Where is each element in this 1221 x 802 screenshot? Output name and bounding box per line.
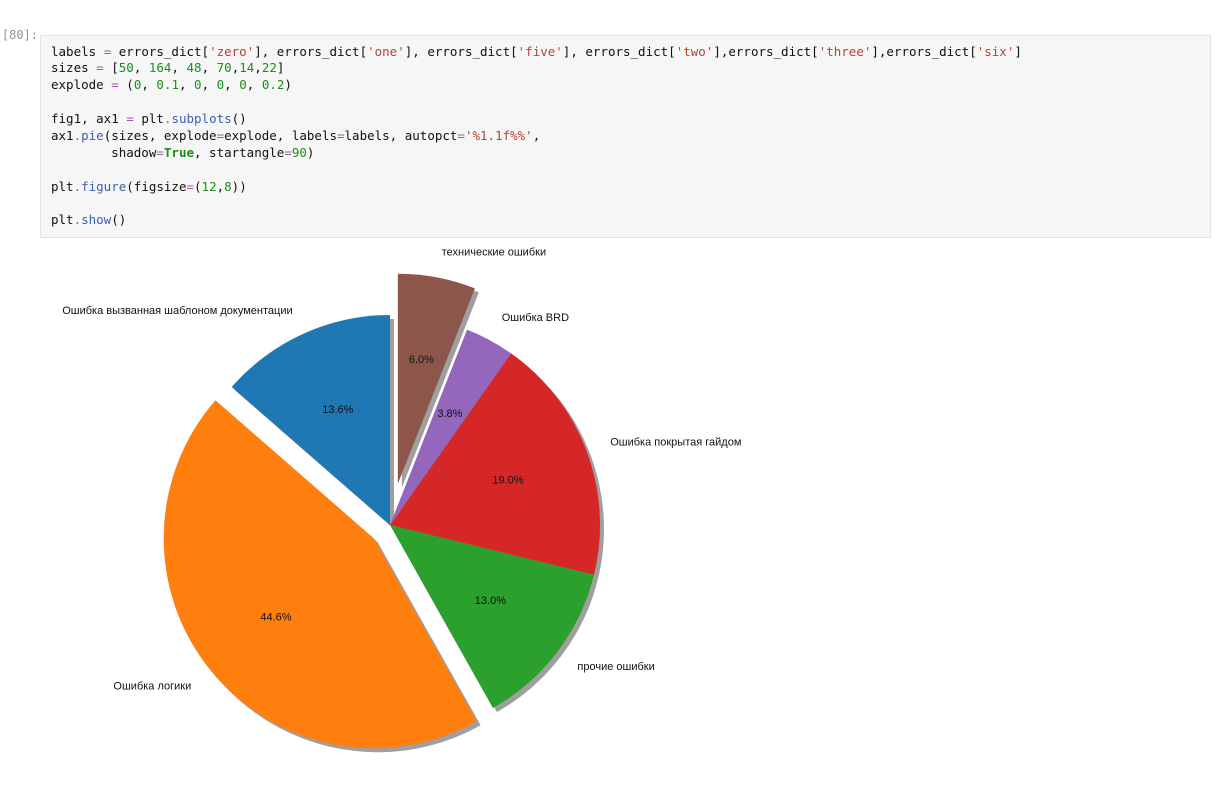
pie-pct-3: 19.0% [492, 475, 523, 487]
pie-pct-0: 13.6% [322, 404, 353, 416]
pie-label-3: Ошибка покрытая гайдом [610, 436, 741, 448]
pie-label-4: Ошибка BRD [502, 312, 569, 324]
pie-pct-4: 3.8% [437, 408, 462, 420]
pie-label-1: Ошибка логики [113, 681, 191, 693]
pie-label-2: прочие ошибки [577, 661, 654, 673]
cell-prompt: [80]: [0, 28, 38, 42]
pie-pct-1: 44.6% [260, 612, 291, 624]
pie-chart-output: 13.6% Ошибка вызванная шаблоном документа… [40, 235, 820, 795]
pie-label-0: Ошибка вызванная шаблоном документации [62, 305, 292, 317]
pie-pct-5: 6.0% [409, 354, 434, 366]
code-cell[interactable]: labels = errors_dict['zero'], errors_dic… [40, 35, 1211, 239]
pie-label-5: технические ошибки [442, 247, 546, 259]
pie-pct-2: 13.0% [475, 595, 506, 607]
